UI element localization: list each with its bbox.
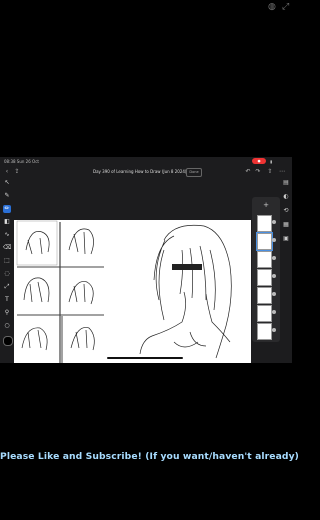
smudge-tool[interactable]: ∿ — [3, 231, 11, 239]
document-title[interactable]: Day 390 of Learning How to Draw (Jun 8 2… — [93, 169, 186, 174]
layer-thumbnail[interactable] — [257, 305, 272, 322]
eraser-tool[interactable]: ⌫ — [3, 244, 11, 252]
transform-tool[interactable]: ⤢ — [3, 283, 11, 291]
layer-thumbnail[interactable] — [257, 269, 272, 286]
layer-thumbnail[interactable] — [257, 287, 272, 304]
brush-tool[interactable]: ✎ — [3, 192, 11, 200]
sketch-artwork — [16, 220, 232, 363]
grid-icon[interactable]: ▦ — [282, 221, 290, 229]
layers-panel: + — [252, 197, 280, 342]
text-tool[interactable]: T — [3, 296, 11, 304]
layer-visibility-icon[interactable] — [272, 220, 276, 224]
top-toolbar: ‹ ⇪ Day 390 of Learning How to Draw (Jun… — [0, 166, 292, 178]
back-icon[interactable]: ‹ — [3, 168, 11, 176]
maximize-icon[interactable]: ⤢ — [282, 3, 289, 12]
layers-icon[interactable]: ▤ — [282, 179, 290, 187]
right-rail: ▤ ◐ ⟲ ▦ ▣ — [281, 179, 291, 359]
layer-visibility-icon[interactable] — [272, 256, 276, 260]
undo-icon[interactable]: ↶ — [244, 168, 252, 176]
more-icon[interactable]: ⋯ — [278, 168, 286, 176]
layer-thumbnail[interactable] — [257, 215, 272, 232]
done-button[interactable]: Done — [186, 168, 202, 177]
status-bar: 08:38 Sun 26 Oct ● ▮ — [0, 157, 292, 166]
export-icon[interactable]: ⇪ — [13, 168, 21, 176]
history-icon[interactable]: ⟲ — [282, 207, 290, 215]
move-tool[interactable]: ↖ — [3, 179, 11, 187]
pencil-tool[interactable]: ✏ — [3, 205, 11, 213]
home-indicator[interactable] — [107, 357, 183, 359]
drawing-canvas[interactable] — [14, 220, 251, 363]
user-icon[interactable]: ◍ — [268, 3, 276, 12]
layer-visibility-icon[interactable] — [272, 274, 276, 278]
layer-visibility-icon[interactable] — [272, 328, 276, 332]
video-caption: Please Like and Subscribe! (If you want/… — [0, 451, 299, 462]
tool-palette: ↖ ✎ ✏ ◧ ∿ ⌫ ⬚ ◌ ⤢ T ⚲ ○ — [2, 179, 13, 346]
shape-tool[interactable]: ○ — [3, 322, 11, 330]
layer-visibility-icon[interactable] — [272, 238, 276, 242]
share-icon[interactable]: ⇧ — [266, 168, 274, 176]
tablet-screen: 08:38 Sun 26 Oct ● ▮ ‹ ⇪ Day 390 of Lear… — [0, 157, 292, 363]
reference-icon[interactable]: ▣ — [282, 235, 290, 243]
layer-visibility-icon[interactable] — [272, 292, 276, 296]
layer-thumbnail[interactable] — [257, 251, 272, 268]
select-tool[interactable]: ⬚ — [3, 257, 11, 265]
layer-thumbnail[interactable] — [256, 232, 273, 251]
color-swatch[interactable] — [3, 336, 13, 346]
add-layer-button[interactable]: + — [258, 201, 274, 211]
eyedropper-tool[interactable]: ⚲ — [3, 309, 11, 317]
redo-icon[interactable]: ↷ — [254, 168, 262, 176]
layer-thumbnail[interactable] — [257, 323, 272, 340]
lasso-tool[interactable]: ◌ — [3, 270, 11, 278]
layer-visibility-icon[interactable] — [272, 310, 276, 314]
battery-icon: ▮ — [270, 159, 273, 164]
status-time: 08:38 Sun 26 Oct — [4, 159, 39, 164]
adjust-icon[interactable]: ◐ — [282, 193, 290, 201]
fill-tool[interactable]: ◧ — [3, 218, 11, 226]
recording-indicator: ● — [252, 158, 266, 164]
